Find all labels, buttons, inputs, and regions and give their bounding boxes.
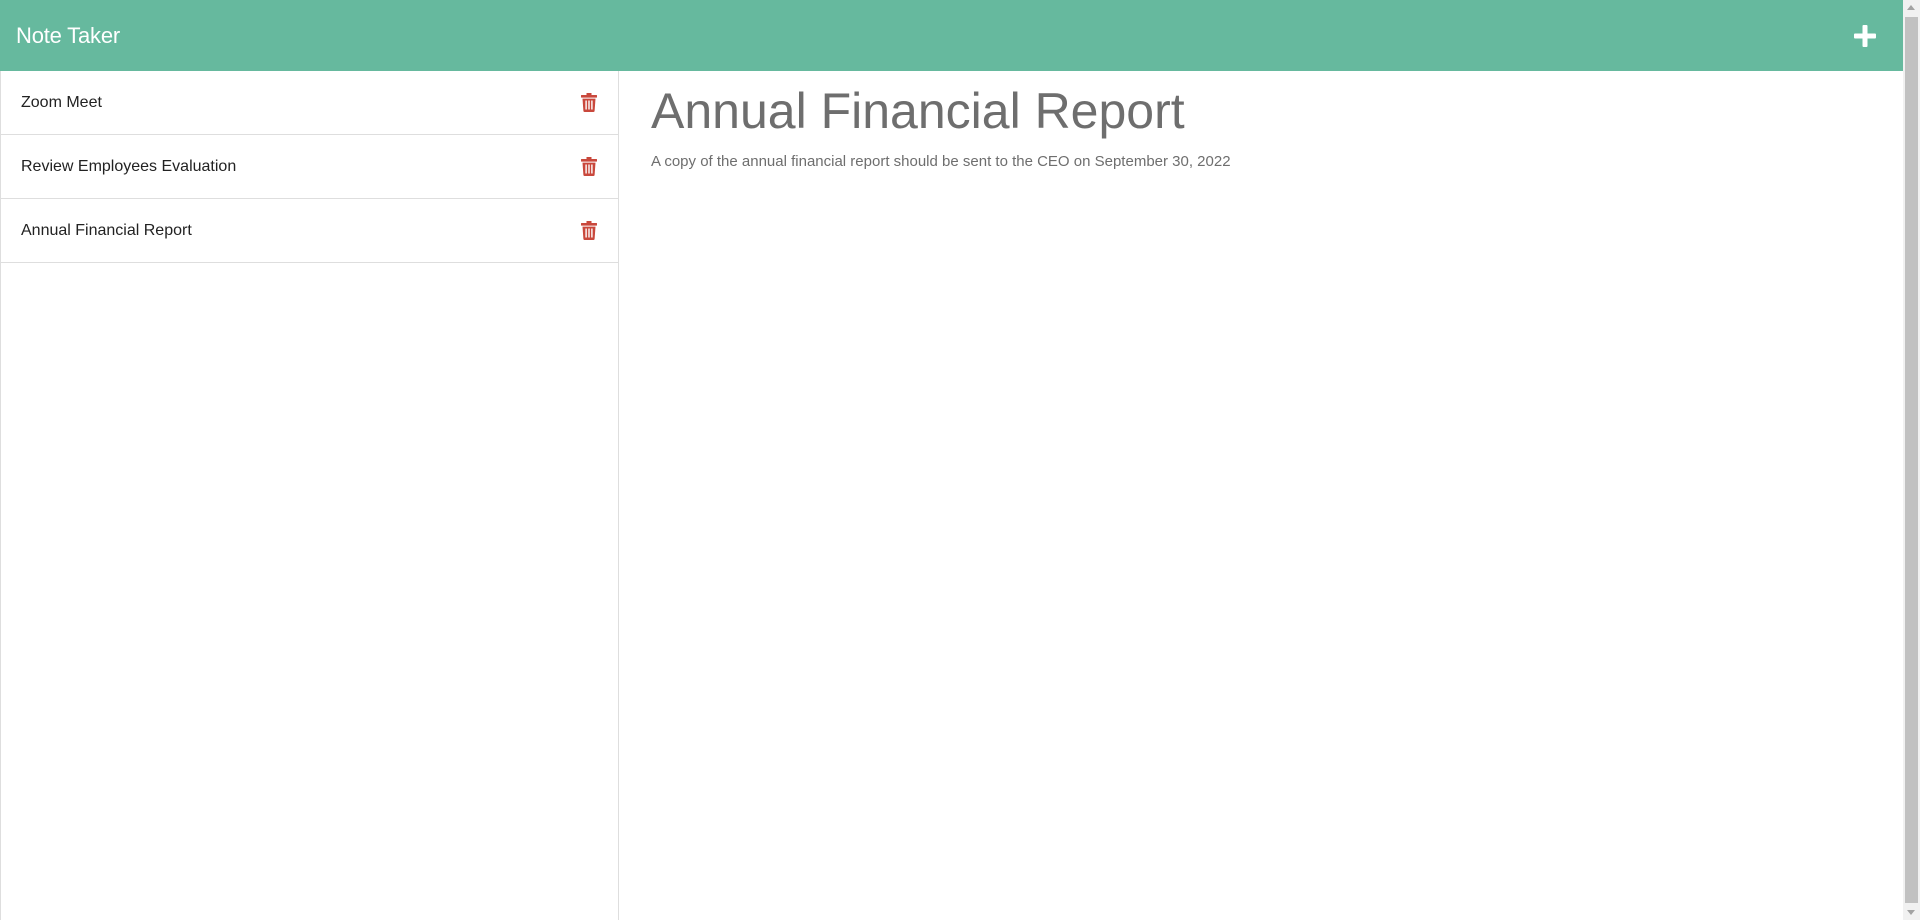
note-list-item-zoom-meet[interactable]: Zoom Meet <box>1 71 618 135</box>
note-list-item-title: Annual Financial Report <box>21 221 192 239</box>
app-title[interactable]: Note Taker <box>16 23 120 49</box>
note-list-item-review-employees-evaluation[interactable]: Review Employees Evaluation <box>1 135 618 199</box>
delete-note-button[interactable] <box>578 155 600 179</box>
navbar: Note Taker <box>0 0 1903 71</box>
delete-note-button[interactable] <box>578 91 600 115</box>
note-list-item-title: Zoom Meet <box>21 93 102 111</box>
plus-icon <box>1854 24 1876 47</box>
new-note-button[interactable] <box>1845 16 1885 56</box>
scroll-down-icon[interactable] <box>1907 910 1915 915</box>
note-list: Zoom Meet Review Employees Evaluation An… <box>1 71 618 263</box>
page-scrollbar[interactable] <box>1903 0 1920 920</box>
delete-note-button[interactable] <box>578 219 600 243</box>
trash-icon <box>581 221 597 240</box>
app-root: Note Taker Zoom Meet Review Employees Ev… <box>0 0 1920 920</box>
note-view: Annual Financial Report A copy of the an… <box>619 71 1903 920</box>
note-title[interactable]: Annual Financial Report <box>651 81 1871 141</box>
trash-icon <box>581 93 597 112</box>
note-list-item-title: Review Employees Evaluation <box>21 157 237 175</box>
notes-sidebar: Zoom Meet Review Employees Evaluation An… <box>0 71 619 920</box>
scroll-up-icon[interactable] <box>1907 5 1915 10</box>
note-list-item-annual-financial-report[interactable]: Annual Financial Report <box>1 199 618 263</box>
trash-icon <box>581 157 597 176</box>
note-text[interactable]: A copy of the annual financial report sh… <box>651 153 1871 170</box>
scrollbar-thumb[interactable] <box>1905 17 1918 903</box>
